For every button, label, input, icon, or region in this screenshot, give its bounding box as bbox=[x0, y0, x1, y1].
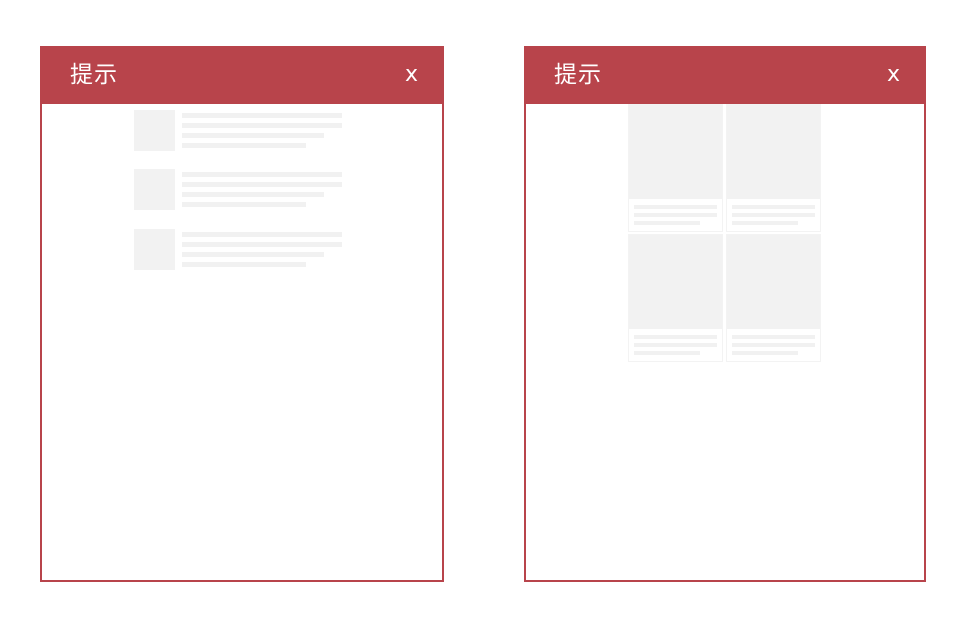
text-line-placeholder bbox=[732, 221, 798, 225]
text-line-placeholder bbox=[732, 351, 798, 355]
close-button[interactable]: x bbox=[405, 62, 418, 88]
dialog-title: 提示 bbox=[554, 62, 602, 88]
text-line-placeholder bbox=[732, 213, 815, 217]
thumbnail-placeholder bbox=[134, 110, 175, 151]
text-line-placeholder bbox=[182, 172, 342, 177]
grid-card-placeholder bbox=[628, 104, 723, 232]
grid-card-placeholder bbox=[726, 104, 821, 232]
grid-card-placeholder bbox=[628, 234, 723, 362]
text-line-placeholder bbox=[182, 232, 342, 237]
text-line-placeholder bbox=[634, 221, 700, 225]
text-line-placeholder bbox=[182, 143, 306, 148]
image-placeholder bbox=[727, 235, 820, 329]
dialog-header: 提示 x bbox=[524, 46, 926, 104]
text-line-placeholder bbox=[634, 343, 717, 347]
text-line-placeholder bbox=[732, 335, 815, 339]
text-line-placeholder bbox=[182, 192, 324, 197]
image-placeholder bbox=[629, 235, 722, 329]
text-line-placeholder bbox=[732, 205, 815, 209]
thumbnail-placeholder bbox=[134, 169, 175, 210]
grid-card-placeholder bbox=[726, 234, 821, 362]
list-item-placeholder bbox=[134, 110, 344, 152]
text-line-placeholder bbox=[732, 343, 815, 347]
text-line-placeholder bbox=[634, 213, 717, 217]
text-line-placeholder bbox=[182, 113, 342, 118]
text-line-placeholder bbox=[634, 351, 700, 355]
thumbnail-placeholder bbox=[134, 229, 175, 270]
text-line-placeholder bbox=[182, 252, 324, 257]
dialog-grid-loading: 提示 x bbox=[524, 46, 926, 582]
image-placeholder bbox=[727, 105, 820, 199]
close-button[interactable]: x bbox=[887, 62, 900, 88]
text-line-placeholder bbox=[182, 123, 342, 128]
text-line-placeholder bbox=[182, 242, 342, 247]
text-line-placeholder bbox=[182, 182, 342, 187]
text-line-placeholder bbox=[182, 133, 324, 138]
text-line-placeholder bbox=[634, 335, 717, 339]
dialog-list-loading: 提示 x bbox=[40, 46, 444, 582]
text-line-placeholder bbox=[182, 262, 306, 267]
image-placeholder bbox=[629, 105, 722, 199]
list-item-placeholder bbox=[134, 169, 344, 211]
list-item-placeholder bbox=[134, 229, 344, 271]
text-line-placeholder bbox=[634, 205, 717, 209]
text-line-placeholder bbox=[182, 202, 306, 207]
dialog-title: 提示 bbox=[70, 62, 118, 88]
dialog-header: 提示 x bbox=[40, 46, 444, 104]
